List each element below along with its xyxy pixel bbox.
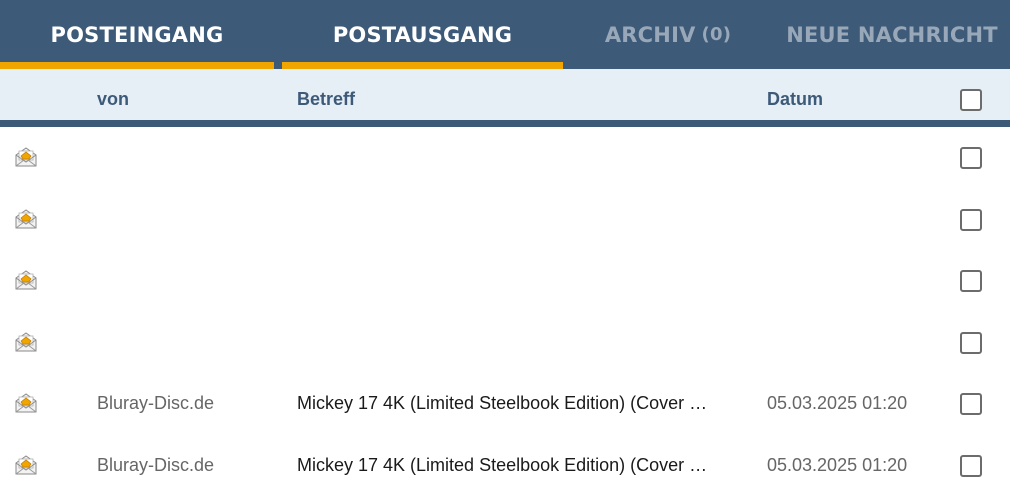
tab-postausgang[interactable]: POSTAUSGANG — [282, 0, 563, 69]
tab-posteingang-label: POSTEINGANG — [50, 22, 224, 47]
message-from: Bluray-Disc.de — [97, 393, 215, 413]
select-all-checkbox[interactable] — [960, 89, 982, 111]
row-select-checkbox[interactable] — [960, 454, 982, 477]
column-datum[interactable]: Datum — [767, 89, 823, 110]
tab-neue-nachricht[interactable]: NEUE NACHRICHT — [774, 0, 1010, 69]
row-select-checkbox[interactable] — [960, 393, 982, 415]
tab-neue-nachricht-label: NEUE NACHRICHT — [786, 22, 998, 47]
archiv-count: (0) — [701, 24, 732, 45]
tab-archiv[interactable]: ARCHIV (0) — [598, 0, 738, 69]
row-select-checkbox[interactable] — [960, 331, 982, 354]
open-envelope-icon — [15, 393, 37, 413]
message-from: Bluray-Disc.de — [97, 454, 215, 475]
tab-postausgang-label: POSTAUSGANG — [332, 22, 513, 47]
open-envelope-icon — [15, 208, 37, 229]
active-tab-underline — [0, 62, 274, 69]
active-tab-underline — [282, 62, 563, 69]
mail-tabs: POSTEINGANG POSTAUSGANG ARCHIV (0) NEUE … — [0, 0, 1010, 69]
message-subject[interactable]: Mickey 17 4K (Limited Steelbook Edition)… — [297, 455, 749, 476]
message-row[interactable]: Bluray-Disc.de Mickey 17 4K (Limited Stee… — [0, 435, 1010, 497]
row-select-checkbox[interactable] — [960, 208, 982, 231]
message-row[interactable] — [0, 189, 1010, 251]
message-date: 05.03.2025 01:20 — [767, 454, 908, 475]
open-envelope-icon — [15, 454, 37, 475]
message-subject[interactable]: Mickey 17 4K (Limited Steelbook Edition)… — [297, 393, 749, 414]
open-envelope-icon — [15, 147, 37, 167]
column-betreff[interactable]: Betreff — [297, 89, 355, 110]
tab-archiv-label: ARCHIV — [604, 22, 696, 47]
message-row[interactable] — [0, 127, 1010, 189]
row-select-checkbox[interactable] — [960, 147, 982, 169]
message-row[interactable] — [0, 250, 1010, 312]
open-envelope-icon — [15, 270, 37, 290]
message-row[interactable] — [0, 312, 1010, 374]
column-header: von Betreff Datum — [0, 69, 1010, 127]
column-von[interactable]: von — [97, 89, 129, 110]
message-row[interactable]: Bluray-Disc.de Mickey 17 4K (Limited Stee… — [0, 373, 1010, 435]
open-envelope-icon — [15, 331, 37, 352]
tab-posteingang[interactable]: POSTEINGANG — [0, 0, 274, 69]
message-list: Bluray-Disc.de Mickey 17 4K (Limited Stee… — [0, 127, 1010, 496]
message-date: 05.03.2025 01:20 — [767, 393, 908, 413]
row-select-checkbox[interactable] — [960, 270, 982, 292]
